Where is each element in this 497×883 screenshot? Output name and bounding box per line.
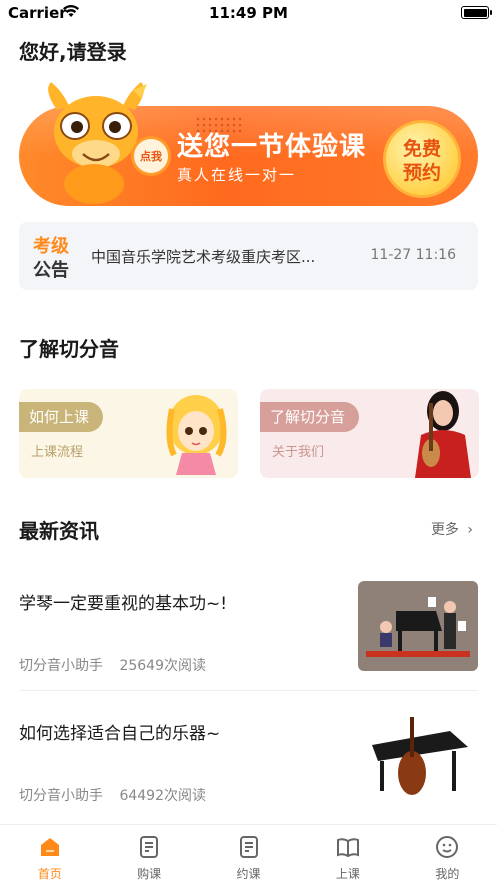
tap-me-badge[interactable]: 点我 [131, 136, 171, 176]
card-description: 上课流程 [31, 445, 84, 460]
card-description: 关于我们 [272, 445, 325, 460]
free-booking-line2: 预约 [402, 162, 441, 184]
news-thumbnail [358, 581, 478, 671]
more-news-link[interactable]: 更多 › [431, 519, 473, 539]
tab-label: 首页 [37, 867, 62, 881]
tab-bar: 首页 购课 约课 上课 我的 [0, 824, 497, 883]
tab-label: 约课 [236, 867, 261, 881]
news-title: 如何选择适合自己的乐器~ [19, 724, 221, 744]
tab-label: 我的 [435, 867, 460, 881]
banner-title: 送您一节体验课 [177, 132, 367, 162]
profile-icon [436, 836, 459, 858]
tab-attend-class[interactable]: 上课 [298, 825, 397, 883]
banner-subtitle: 真人在线一对一 [177, 166, 297, 184]
notice-date: 11-27 11:16 [370, 247, 456, 263]
news-item[interactable]: 如何选择适合自己的乐器~ 切分音小助手 64492次阅读 [19, 711, 478, 821]
tab-book-course[interactable]: 约课 [199, 825, 298, 883]
girl-illustration-icon [166, 395, 227, 475]
about-section-title: 了解切分音 [19, 337, 119, 361]
exam-notice[interactable]: 考级 公告 中国音乐学院艺术考级重庆考区... 11-27 11:16 [19, 222, 478, 290]
login-greeting[interactable]: 您好,请登录 [19, 36, 127, 65]
news-divider [19, 690, 478, 691]
news-meta: 切分音小助手 25649次阅读 [19, 655, 206, 675]
buy-course-icon [140, 836, 159, 858]
piano-lesson-image-icon [358, 581, 478, 671]
book-course-icon [239, 836, 258, 858]
trial-class-banner[interactable]: 点我 送您一节体验课 真人在线一对一 免费 预约 [19, 80, 478, 206]
tab-profile[interactable]: 我的 [398, 825, 497, 883]
news-title: 学琴一定要重视的基本功~! [19, 594, 228, 614]
news-thumbnail [358, 711, 478, 801]
tab-home[interactable]: 首页 [0, 825, 99, 883]
tab-label: 上课 [335, 867, 360, 881]
status-bar: Carrier 11:49 PM [0, 0, 497, 26]
card-label: 了解切分音 [260, 402, 360, 432]
notice-text: 中国音乐学院艺术考级重庆考区... [91, 248, 316, 266]
news-reads: 25649次阅读 [119, 658, 206, 674]
about-us-card[interactable]: 了解切分音 关于我们 [260, 389, 479, 478]
cello-piano-image-icon [358, 711, 478, 801]
notice-tag-line1: 考级 [33, 236, 69, 257]
clock: 11:49 PM [209, 4, 288, 22]
news-author: 切分音小助手 [19, 788, 103, 804]
chevron-right-icon: › [467, 522, 473, 538]
notice-tag-line2: 公告 [33, 260, 69, 281]
news-meta: 切分音小助手 64492次阅读 [19, 785, 206, 805]
free-booking-line1: 免费 [402, 138, 441, 160]
news-section-title: 最新资讯 [19, 519, 99, 543]
free-booking-button[interactable]: 免费 预约 [383, 120, 461, 198]
news-author: 切分音小助手 [19, 658, 103, 674]
tab-buy-course[interactable]: 购课 [99, 825, 198, 883]
guitarist-photo-icon [415, 391, 471, 478]
tab-label: 购课 [137, 867, 162, 881]
news-reads: 64492次阅读 [119, 788, 206, 804]
more-label: 更多 [430, 522, 459, 538]
how-to-class-card[interactable]: 如何上课 上课流程 [19, 389, 238, 478]
open-book-icon [336, 838, 359, 858]
card-label: 如何上课 [19, 402, 104, 432]
news-item[interactable]: 学琴一定要重视的基本功~! 切分音小助手 25649次阅读 [19, 581, 478, 691]
battery-icon [461, 6, 492, 19]
home-icon [40, 838, 59, 856]
